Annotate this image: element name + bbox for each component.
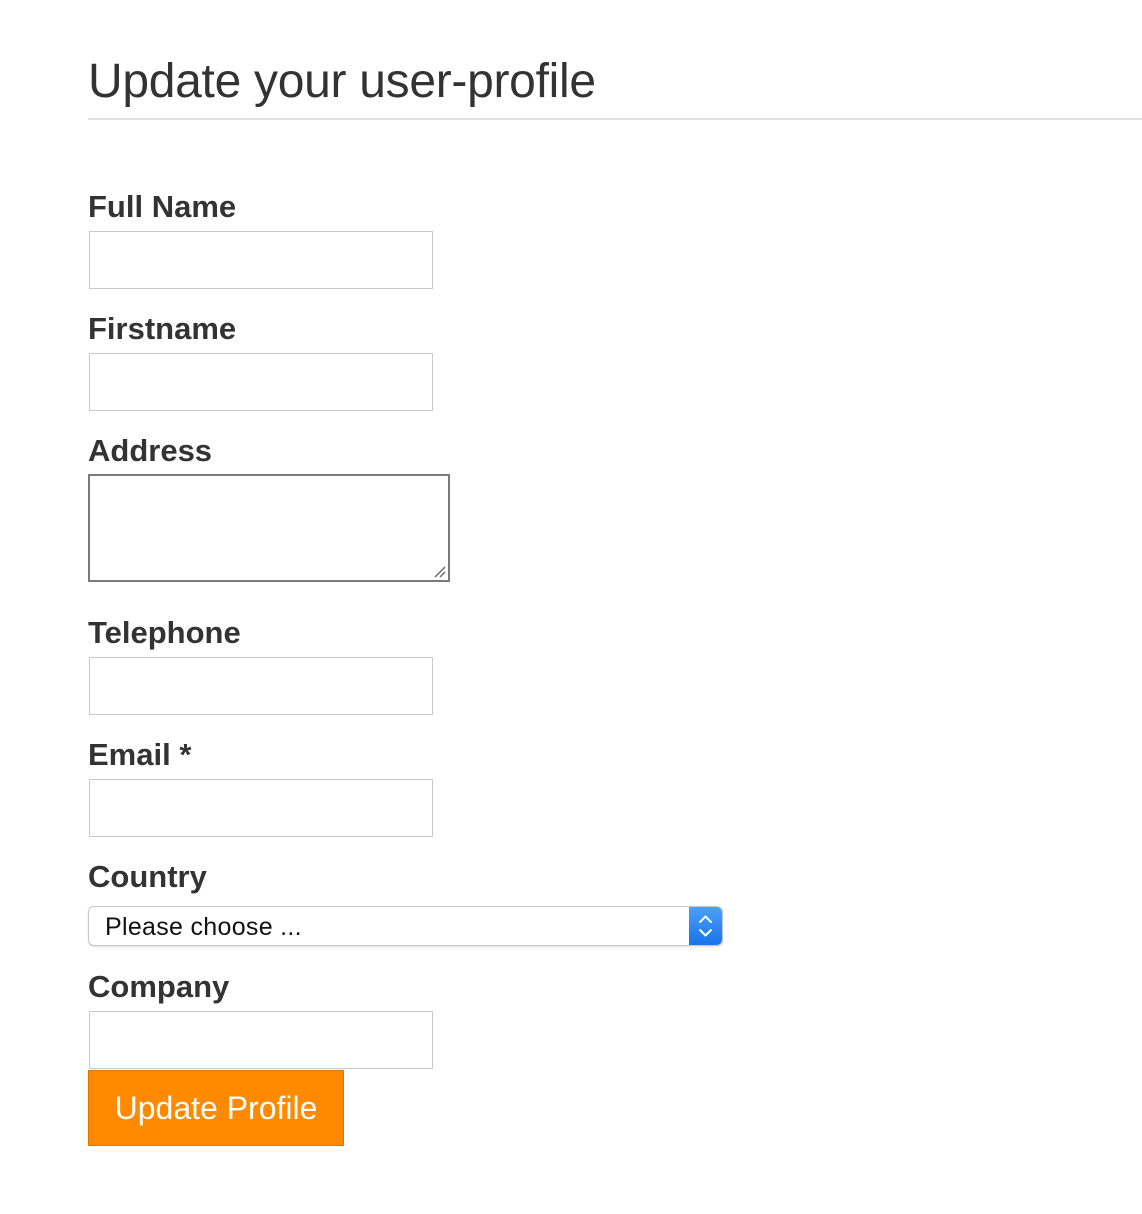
telephone-label: Telephone [88,615,241,650]
firstname-label: Firstname [88,311,237,346]
country-label: Country [88,859,207,894]
email-input[interactable] [89,779,433,837]
select-stepper[interactable] [689,907,722,945]
address-textarea[interactable] [88,474,450,582]
resize-grip-icon[interactable] [432,564,446,578]
firstname-input[interactable] [89,353,433,411]
full-name-label: Full Name [88,189,237,224]
country-select-value: Please choose ... [105,913,302,941]
email-label: Email * [88,737,192,772]
address-label: Address [88,433,213,468]
telephone-input[interactable] [89,657,433,715]
update-profile-button[interactable]: Update Profile [88,1070,344,1146]
profile-page: Update your user-profile Full Name First… [0,0,1142,1214]
page-title: Update your user-profile [88,55,596,108]
country-select[interactable]: Please choose ... [88,906,723,946]
full-name-input[interactable] [89,231,433,289]
chevron-up-down-icon [699,915,712,937]
company-label: Company [88,969,230,1004]
title-divider [88,118,1142,120]
company-input[interactable] [89,1011,433,1069]
